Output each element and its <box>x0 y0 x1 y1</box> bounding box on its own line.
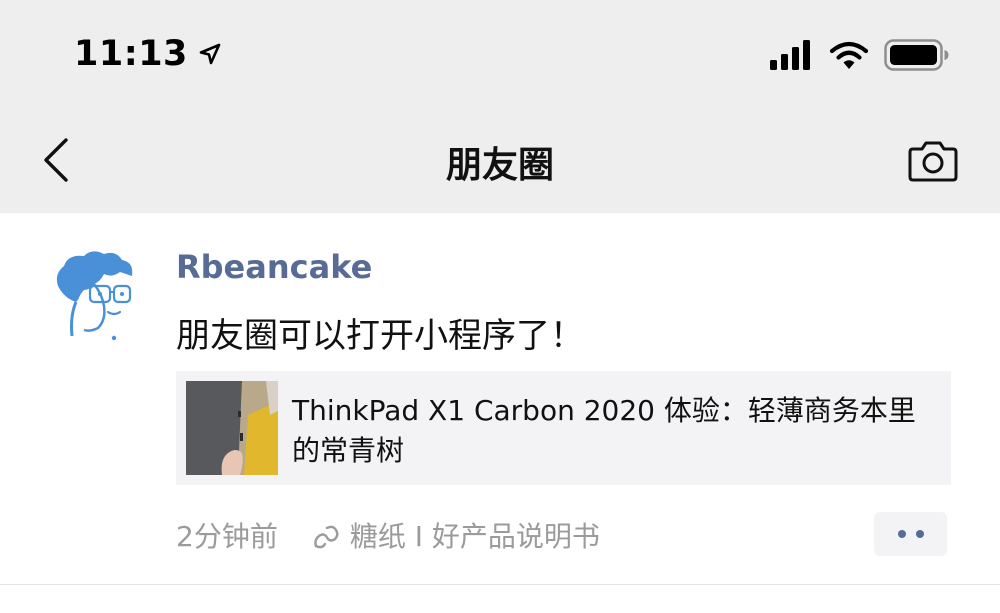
mini-program-source[interactable]: 糖纸 I 好产品说明书 <box>312 515 600 555</box>
status-time: 11:13 <box>74 34 188 74</box>
post-meta: 2分钟前 糖纸 I 好产品说明书 <box>176 515 600 555</box>
mini-program-name: 糖纸 I 好产品说明书 <box>349 520 600 553</box>
divider <box>0 584 1000 585</box>
link-card-title: ThinkPad X1 Carbon 2020 体验：轻薄商务本里的常青树 <box>292 394 916 467</box>
location-arrow-icon <box>199 43 221 65</box>
more-button[interactable] <box>874 512 947 556</box>
camera-icon <box>908 141 958 182</box>
battery-icon <box>884 39 949 71</box>
page-title: 朋友圈 <box>445 145 554 186</box>
wifi-icon <box>830 41 868 69</box>
top-bar: 11:13 朋友圈 <box>0 0 1000 213</box>
more-dots-icon <box>915 530 924 538</box>
status-indicators <box>770 38 950 72</box>
mini-program-icon <box>314 525 339 549</box>
post-username[interactable]: Rbeancake <box>176 248 372 286</box>
more-dots-icon <box>897 530 906 538</box>
link-card[interactable]: ThinkPad X1 Carbon 2020 体验：轻薄商务本里的常青树 <box>176 371 951 485</box>
avatar[interactable] <box>50 246 146 342</box>
status-time-group: 11:13 <box>74 34 222 74</box>
post-time: 2分钟前 <box>176 520 278 553</box>
cellular-signal-icon <box>770 40 810 70</box>
link-thumbnail <box>186 381 278 475</box>
post-text: 朋友圈可以打开小程序了！ <box>176 316 584 356</box>
camera-button[interactable] <box>906 138 960 184</box>
